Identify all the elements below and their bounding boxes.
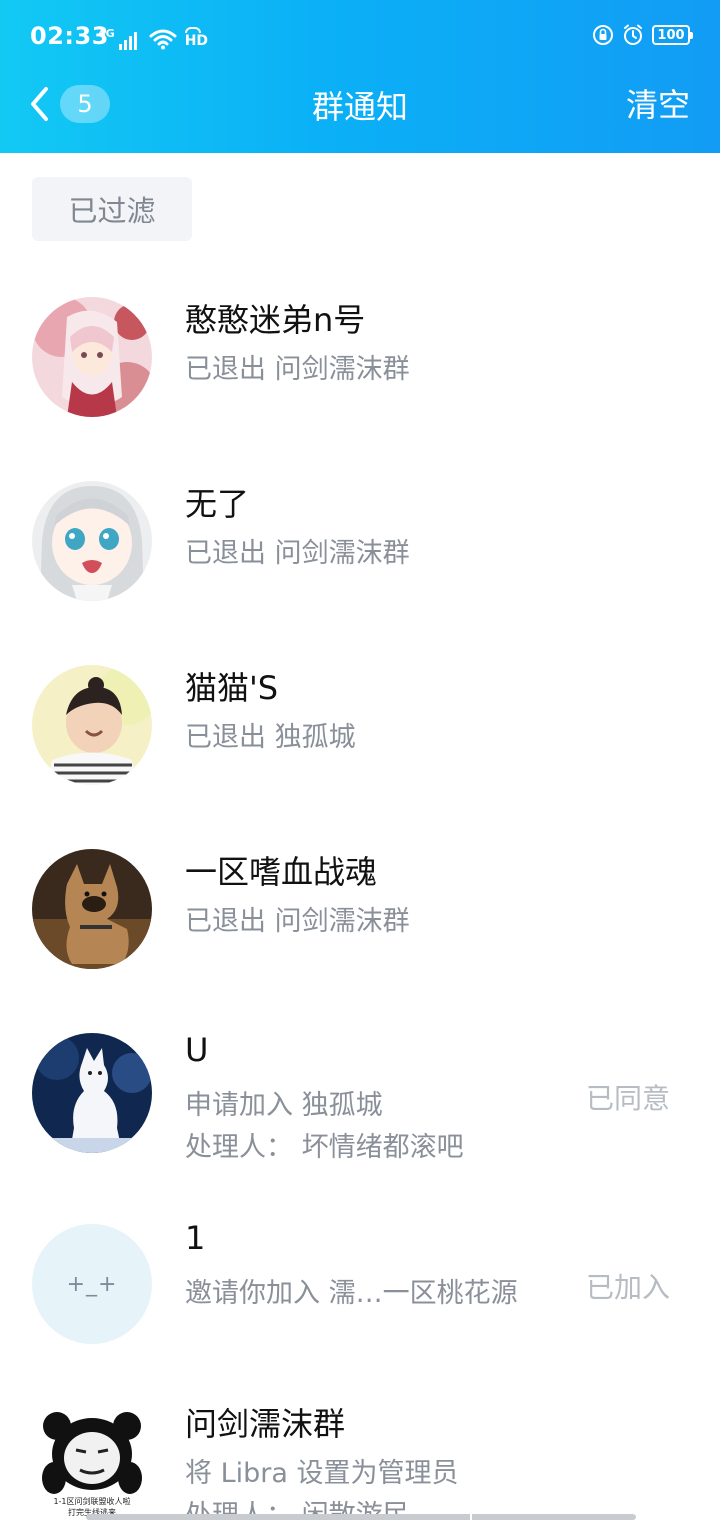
battery-icon: 100 <box>652 25 693 45</box>
alarm-icon <box>624 24 642 45</box>
status-left-icons: 4G HD <box>98 22 208 50</box>
notification-name: 无了 <box>185 485 250 523</box>
clear-button[interactable]: 清空 <box>626 80 690 126</box>
notification-item[interactable]: 无了 已退出 问剑濡沫群 <box>0 449 720 633</box>
anime-girl-avatar[interactable] <box>32 297 152 417</box>
notification-name: U <box>185 1031 209 1069</box>
network-type-label: 4G <box>98 27 115 40</box>
status-right-icons: 100 <box>592 24 693 46</box>
notification-detail: 已退出 问剑濡沫群 <box>185 354 410 385</box>
home-indicator-divider <box>470 1514 472 1520</box>
filtered-button[interactable]: 已过滤 <box>32 177 192 241</box>
battery-level: 100 <box>657 27 685 43</box>
notification-detail: 邀请你加入 濡…一区桃花源 <box>185 1278 518 1309</box>
notification-item[interactable]: 1-1区问剑联盟收人啦 打完生线逃来 问剑濡沫群 将 Libra 设置为管理员 … <box>0 1375 720 1520</box>
panda-caption-1: 1-1区问剑联盟收人啦 <box>53 1497 131 1506</box>
wifi-icon <box>149 29 177 50</box>
panda-meme-avatar[interactable]: 1-1区问剑联盟收人啦 打完生线逃来 <box>32 1406 152 1520</box>
notification-name: 1 <box>185 1219 206 1257</box>
anime-crying-girl-avatar[interactable] <box>32 481 152 601</box>
dog-photo-avatar[interactable] <box>32 849 152 969</box>
notification-detail: 已退出 问剑濡沫群 <box>185 906 410 937</box>
white-fox-avatar[interactable] <box>32 1033 152 1153</box>
notification-name: 猫猫'S <box>185 669 279 707</box>
signal-icon <box>118 32 137 50</box>
home-indicator[interactable] <box>86 1514 636 1520</box>
status-label: 已同意 <box>585 1082 670 1115</box>
notification-detail: 将 Libra 设置为管理员 <box>185 1458 459 1489</box>
notification-list: 憨憨迷弟n号 已退出 问剑濡沫群 无了 已退出 问剑濡沫群 猫猫'S 已退出 独… <box>0 265 720 1520</box>
hd-label: HD <box>184 33 209 49</box>
notification-name: 问剑濡沫群 <box>185 1405 346 1443</box>
notification-detail: 申请加入 独孤城 <box>185 1090 383 1121</box>
notification-name: 一区嗜血战魂 <box>185 853 378 891</box>
nav-bar: 5 群通知 清空 <box>0 72 720 153</box>
header: 02:33 4G HD 100 5 群通知 清空 <box>0 0 720 153</box>
notification-name: 憨憨迷弟n号 <box>185 301 366 339</box>
notification-item[interactable]: 憨憨迷弟n号 已退出 问剑濡沫群 <box>0 265 720 449</box>
notification-item[interactable]: 一区嗜血战魂 已退出 问剑濡沫群 <box>0 817 720 1001</box>
notification-detail: 已退出 问剑濡沫群 <box>185 538 410 569</box>
notification-item[interactable]: +_+ 1 邀请你加入 濡…一区桃花源 已加入 <box>0 1191 720 1375</box>
hd-call-icon: HD <box>184 27 209 49</box>
notification-item[interactable]: 猫猫'S 已退出 独孤城 <box>0 633 720 817</box>
rotation-lock-icon <box>593 25 613 45</box>
notification-item[interactable]: U 申请加入 独孤城 处理人： 坏情绪都滚吧 已同意 <box>0 1001 720 1191</box>
default-face-avatar[interactable]: +_+ <box>32 1224 152 1344</box>
default-face-text: +_+ <box>66 1271 118 1297</box>
notification-handler: 处理人： 坏情绪都滚吧 <box>185 1132 464 1163</box>
child-photo-avatar[interactable] <box>32 665 152 785</box>
page-title: 群通知 <box>311 88 408 126</box>
notification-detail: 已退出 独孤城 <box>185 722 356 753</box>
status-label: 已加入 <box>585 1271 670 1304</box>
status-bar: 02:33 4G HD 100 <box>0 0 720 72</box>
